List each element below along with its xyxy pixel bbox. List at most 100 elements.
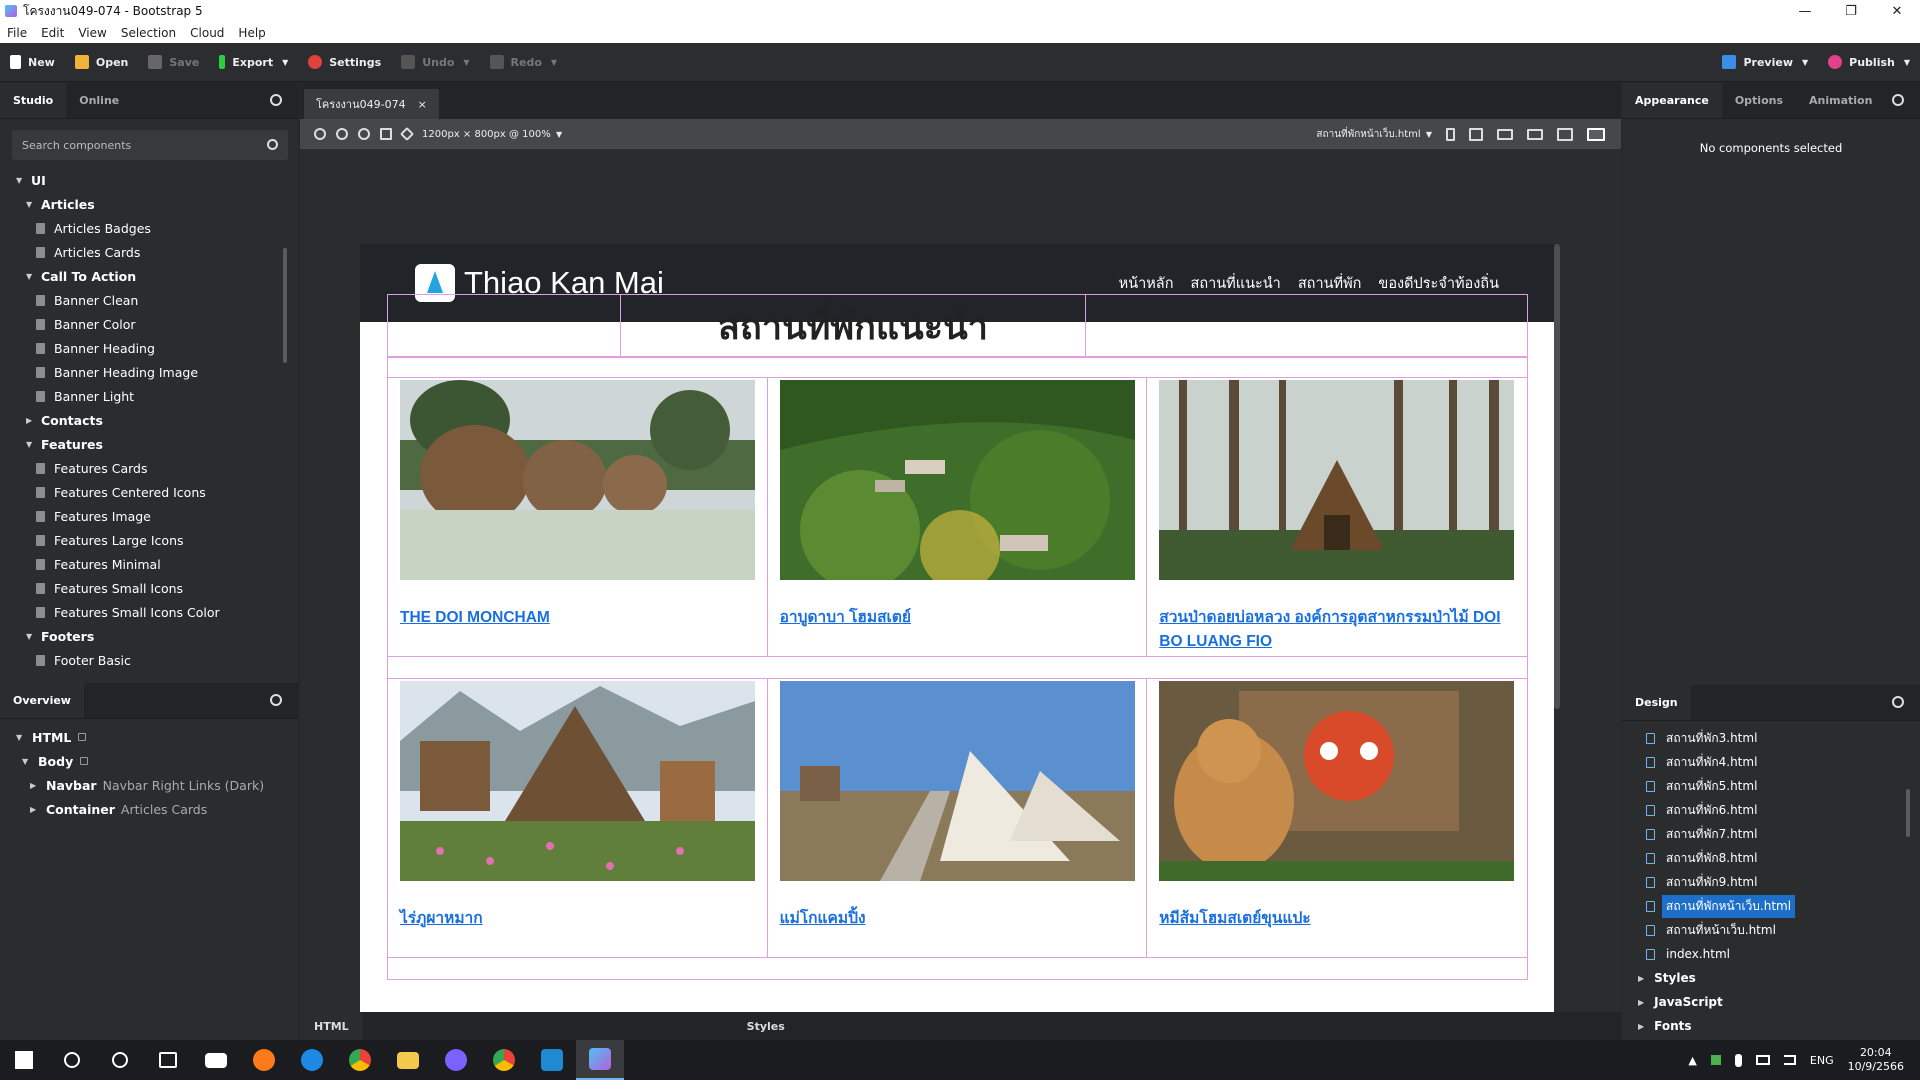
discord-app[interactable]	[432, 1040, 480, 1080]
settings-button[interactable]: Settings	[298, 43, 391, 81]
tree-item[interactable]: Articles Badges	[0, 216, 298, 240]
laptop-icon[interactable]	[1527, 128, 1543, 140]
cards-row-2[interactable]: ไร่ภูผาหมาก แม่โกแคมปิ้ง หมีส้มโฮมสเตย์ข…	[388, 678, 1527, 957]
close-button[interactable]: ✕	[1874, 4, 1920, 19]
disable-icon[interactable]	[358, 128, 370, 140]
card-title-link[interactable]: ไร่ภูผาหมาก	[400, 907, 755, 957]
save-button[interactable]: Save	[138, 43, 209, 81]
tree-item[interactable]: Banner Color	[0, 312, 298, 336]
minimize-button[interactable]: —	[1782, 4, 1828, 19]
heading-row[interactable]: สถานที่พักแนะนำ	[387, 294, 1528, 358]
search-icon[interactable]	[270, 694, 282, 706]
file-item[interactable]: สถานที่พัก3.html	[1622, 726, 1920, 750]
zoom-info[interactable]: 1200px × 800px @ 100% ▼	[422, 129, 562, 140]
desktop-icon[interactable]	[1557, 127, 1573, 141]
menu-edit[interactable]: Edit	[34, 26, 71, 40]
tree-item[interactable]: ▶ Contacts	[0, 408, 298, 432]
new-button[interactable]: New	[0, 43, 65, 81]
edge-app[interactable]	[288, 1040, 336, 1080]
card[interactable]: สวนป่าดอยบ่อหลวง องค์การอุตสาหกรรมป่าไม้…	[1147, 378, 1527, 656]
file-item[interactable]: สถานที่พัก8.html	[1622, 846, 1920, 870]
cards-grid[interactable]: THE DOI MONCHAM อาบูดาบา โฮมสเตย์ สวนป่า…	[387, 356, 1528, 980]
tree-item[interactable]: Features Centered Icons	[0, 480, 298, 504]
card-title-link[interactable]: THE DOI MONCHAM	[400, 606, 755, 656]
tablet-portrait-icon[interactable]	[1469, 127, 1483, 141]
tree-item[interactable]: Features Large Icons	[0, 528, 298, 552]
tree-item[interactable]: Features Cards	[0, 456, 298, 480]
tab-styles[interactable]: Styles	[733, 1012, 799, 1040]
tab-online[interactable]: Online	[66, 83, 132, 118]
file-item[interactable]: สถานที่พัก9.html	[1622, 870, 1920, 894]
menu-view[interactable]: View	[71, 26, 113, 40]
tree-item[interactable]: Banner Clean	[0, 288, 298, 312]
heading-col-left[interactable]	[388, 295, 621, 357]
design-section[interactable]: ▶ Fonts	[1622, 1014, 1920, 1038]
overview-html[interactable]: ▼ HTML	[0, 725, 298, 749]
document-tab[interactable]: โครงงาน049-074 ×	[304, 89, 439, 119]
menu-file[interactable]: File	[0, 26, 34, 40]
bootstrap-studio-app[interactable]	[576, 1040, 624, 1080]
card-title-link[interactable]: อาบูดาบา โฮมสเตย์	[780, 606, 1135, 656]
file-item[interactable]: สถานที่พัก6.html	[1622, 798, 1920, 822]
tree-item[interactable]: ▼ Features	[0, 432, 298, 456]
explorer-app[interactable]	[384, 1040, 432, 1080]
tree-item[interactable]: Banner Light	[0, 384, 298, 408]
tab-animation[interactable]: Animation	[1796, 83, 1885, 118]
cortana-button[interactable]	[96, 1040, 144, 1080]
search-icon[interactable]	[1892, 696, 1904, 708]
canvas-scrollbar[interactable]	[1554, 244, 1560, 709]
language-indicator[interactable]: ENG	[1810, 1054, 1834, 1067]
export-button[interactable]: Export ▼	[209, 43, 298, 81]
clock[interactable]: 20:04 10/9/2566	[1848, 1046, 1904, 1074]
card[interactable]: THE DOI MONCHAM	[388, 378, 768, 656]
card[interactable]: อาบูดาบา โฮมสเตย์	[768, 378, 1148, 656]
chrome-profile-app[interactable]	[480, 1040, 528, 1080]
preview-nav-home[interactable]: หน้าหลัก	[1119, 272, 1174, 295]
component-search-input[interactable]: Search components	[12, 130, 288, 160]
tree-item[interactable]: Features Image	[0, 504, 298, 528]
preview-button[interactable]: Preview ▼	[1712, 43, 1818, 81]
mail-app[interactable]	[192, 1040, 240, 1080]
file-item[interactable]: index.html	[1622, 942, 1920, 966]
overview-navbar[interactable]: ▶ Navbar Navbar Right Links (Dark)	[0, 773, 298, 797]
network-icon[interactable]	[1755, 1055, 1770, 1065]
vscode-app[interactable]	[528, 1040, 576, 1080]
tablet-landscape-icon[interactable]	[1497, 128, 1513, 140]
tab-html[interactable]: HTML	[300, 1012, 363, 1040]
preview-nav-lodging[interactable]: สถานที่พัก	[1298, 272, 1362, 295]
tree-item[interactable]: Features Minimal	[0, 552, 298, 576]
file-item[interactable]: สถานที่พัก4.html	[1622, 750, 1920, 774]
file-item[interactable]: สถานที่พัก7.html	[1622, 822, 1920, 846]
preview-nav-local-goods[interactable]: ของดีประจำท้องถิ่น	[1378, 272, 1499, 295]
tab-options[interactable]: Options	[1722, 83, 1796, 118]
tree-item[interactable]: ▼ Call To Action	[0, 264, 298, 288]
chevron-up-icon[interactable]: ▲	[1688, 1054, 1696, 1067]
design-section[interactable]: ▶ Styles	[1622, 966, 1920, 990]
redo-button[interactable]: Redo ▼	[480, 43, 568, 81]
cards-row-1[interactable]: THE DOI MONCHAM อาบูดาบา โฮมสเตย์ สวนป่า…	[388, 377, 1527, 656]
maximize-button[interactable]: ❐	[1828, 4, 1874, 19]
left-scrollbar[interactable]	[283, 248, 287, 363]
tree-item[interactable]: Footer Basic	[0, 648, 298, 672]
file-item[interactable]: สถานที่หน้าเว็บ.html	[1622, 918, 1920, 942]
menu-selection[interactable]: Selection	[114, 26, 183, 40]
tree-item[interactable]: Features Small Icons Color	[0, 600, 298, 624]
phone-device-icon[interactable]	[1446, 127, 1455, 141]
card-title-link[interactable]: หมีส้มโฮมสเตย์ขุนแปะ	[1159, 907, 1515, 957]
large-desktop-icon[interactable]	[1587, 127, 1605, 141]
zoom-in-icon[interactable]	[314, 128, 326, 140]
tab-overview[interactable]: Overview	[0, 683, 84, 718]
nvidia-icon[interactable]	[1710, 1055, 1721, 1065]
layers-icon[interactable]	[399, 126, 415, 142]
tree-item[interactable]: ▼ Articles	[0, 192, 298, 216]
file-item[interactable]: สถานที่พัก5.html	[1622, 774, 1920, 798]
card[interactable]: ไร่ภูผาหมาก	[388, 679, 768, 957]
publish-button[interactable]: Publish ▼	[1818, 43, 1920, 81]
tree-item[interactable]: Features Small Icons	[0, 576, 298, 600]
menu-cloud[interactable]: Cloud	[183, 26, 231, 40]
current-file-select[interactable]: สถานที่พักหน้าเว็บ.html ▼	[1316, 127, 1432, 142]
preview-nav-recommended[interactable]: สถานที่แนะนำ	[1190, 272, 1280, 295]
design-scrollbar[interactable]	[1906, 789, 1910, 837]
search-icon[interactable]	[270, 94, 282, 106]
search-icon[interactable]	[1892, 94, 1904, 106]
